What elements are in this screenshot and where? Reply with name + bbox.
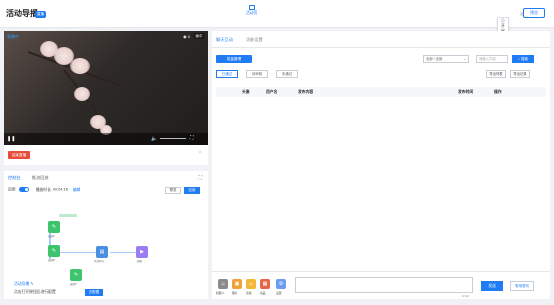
expand-icon[interactable]: ⛶ [198, 175, 202, 181]
guide-link[interactable]: 活动导播 ✎ [14, 281, 33, 287]
right-panel: 聊天互动 功能设置 批量管理 全部 / 全部 ⌄ 请输入内容 ⌕ 搜索 已通过 … [212, 31, 550, 299]
guide-link-text: 活动导播 [14, 282, 30, 286]
video-controls: ❚❚ 🔈 ⛶ [4, 133, 208, 145]
end-live-button[interactable]: 结束直播 [8, 151, 30, 159]
col-action: 操作 [494, 90, 502, 94]
col-time: 发布时间 [458, 90, 474, 94]
tab-settings[interactable]: 功能设置 [246, 37, 263, 42]
batch-manage-button[interactable]: 批量管理 [216, 55, 252, 63]
table-header: 头像 用户名 发布内容 发布时间 操作 [216, 87, 546, 97]
flow-node-b[interactable]: ✎ [48, 245, 60, 257]
emoji-label: 表情 [246, 291, 252, 295]
page-icon [248, 5, 255, 10]
tab-chat[interactable]: 聊天互动 [216, 37, 233, 42]
volume-icon[interactable]: 🔈 [151, 136, 157, 142]
search-input[interactable]: 请输入内容 [476, 55, 508, 63]
apply-button[interactable]: 应用 [184, 187, 200, 194]
tab-approved[interactable]: 已通过 [216, 70, 238, 78]
live-status: 直播中 [7, 34, 19, 39]
chevron-up-icon[interactable]: ⌃ [198, 151, 202, 157]
product-label: 商品 [260, 291, 266, 295]
flow-node-b-label: 选择B [48, 259, 55, 262]
flow-node-c[interactable]: ✎ [70, 269, 82, 281]
tab-console[interactable]: 控制台 [8, 175, 21, 180]
tab-rejected[interactable]: 未通过 [276, 70, 298, 78]
left-panel: 直播中 ◉ 0 画中 ❚❚ 🔈 ⛶ 结束直播 ⌃ 控制台 推流回放 ⛶ 启用 播… [4, 31, 208, 299]
flow-diagram: ✎ 选择A ✎ 选择B ✎ 选择C ▤ 互动环节 ▶ 视频 [44, 214, 174, 295]
top-node-bar [59, 214, 77, 217]
settings-icon[interactable]: ⚙ [276, 279, 286, 289]
composer-bar: ☺ 机器人 ▣ 图片 ☺ 表情 ▦ 商品 ⚙ 设置 0/100 发送 常用语句 [212, 271, 550, 299]
top-tabs: 活动页 ⊙ 开启直播 [240, 5, 532, 46]
blossom [74, 87, 90, 101]
flow-node-c-label: 选择C [70, 283, 77, 286]
status-badge: 直播 [35, 11, 46, 18]
duration-label: 播放时长: [35, 187, 52, 192]
col-username: 用户名 [266, 90, 278, 94]
search-button-label: 搜索 [520, 57, 528, 61]
page-title: 活动导播 [6, 9, 38, 18]
col-avatar: 头像 [242, 90, 250, 94]
control-row: 启用 播放时长: 00:54:16 编辑 预览 应用 [8, 187, 204, 197]
live-icon: ⊙ [501, 19, 505, 23]
search-button[interactable]: ⌕ 搜索 [512, 55, 534, 63]
flow-node-video-label: 视频 [137, 260, 143, 263]
char-counter: 0/100 [462, 294, 469, 298]
filter-select[interactable]: 全部 / 全部 ⌄ [423, 55, 469, 63]
product-icon[interactable]: ▦ [260, 279, 270, 289]
flow-node-interaction-label: 互动环节 [94, 260, 105, 263]
connector [56, 252, 96, 253]
right-tabs: 聊天互动 功能设置 [216, 37, 275, 43]
config-hint: 点击打开按钮后进行配置 [14, 290, 56, 294]
edit-link[interactable]: 编辑 [73, 188, 81, 192]
switch-label: 启用 [8, 187, 16, 192]
emoji-icon[interactable]: ☺ [246, 279, 256, 289]
volume-slider[interactable] [160, 138, 186, 139]
blossom [70, 58, 90, 74]
control-tabs: 控制台 推流回放 [8, 175, 59, 181]
export-record-button[interactable]: 导出记录 [510, 70, 530, 78]
tab-activity-label: 活动页 [246, 11, 258, 15]
fullscreen-icon[interactable]: ⛶ [190, 135, 194, 141]
duration-value: 00:54:16 [53, 187, 68, 192]
flow-node-a[interactable]: ✎ [48, 221, 60, 233]
viewer-count: ◉ 0 [183, 34, 190, 39]
image-icon[interactable]: ▣ [232, 279, 242, 289]
image-label: 图片 [232, 291, 238, 295]
flow-node-a-label: 选择A [48, 235, 55, 238]
video-player[interactable]: 直播中 ◉ 0 画中 ❚❚ 🔈 ⛶ [4, 31, 208, 145]
message-input[interactable] [295, 277, 473, 293]
robot-label: 机器人 [216, 291, 225, 295]
preview-button[interactable]: 预览 [523, 8, 545, 18]
go-config-button[interactable]: 去配置 [85, 289, 103, 296]
tab-pending[interactable]: 待审核 [246, 70, 268, 78]
edit-icon[interactable]: ✎ [30, 282, 33, 286]
settings-label: 设置 [276, 291, 282, 295]
divider [212, 47, 550, 48]
pause-icon[interactable]: ❚❚ [7, 136, 15, 142]
top-bar: 活动导播 直播 活动页 ⊙ 开启直播 预览 [0, 0, 554, 46]
tab-activity[interactable]: 活动页 [246, 5, 257, 16]
send-button[interactable]: 发送 [481, 281, 503, 291]
robot-icon[interactable]: ☺ [218, 279, 228, 289]
col-content: 发布内容 [298, 90, 314, 94]
preview-small-button[interactable]: 预览 [165, 187, 181, 194]
filter-select-value: 全部 / 全部 [426, 57, 443, 61]
flow-node-video[interactable]: ▶ [136, 246, 148, 258]
pip-button[interactable]: 画中 [193, 33, 205, 39]
control-section: 控制台 推流回放 ⛶ 启用 播放时长: 00:54:16 编辑 预览 应用 ✎ … [4, 165, 208, 299]
connector [110, 252, 136, 253]
enable-toggle[interactable] [18, 187, 29, 192]
flow-node-interaction[interactable]: ▤ [96, 246, 108, 258]
chevron-down-icon: ⌄ [463, 57, 466, 61]
export-list-button[interactable]: 导出列表 [486, 70, 506, 78]
viewer-count-value: 0 [187, 34, 190, 39]
quick-reply-button[interactable]: 常用语句 [510, 281, 534, 291]
tab-replay[interactable]: 推流回放 [32, 175, 49, 180]
